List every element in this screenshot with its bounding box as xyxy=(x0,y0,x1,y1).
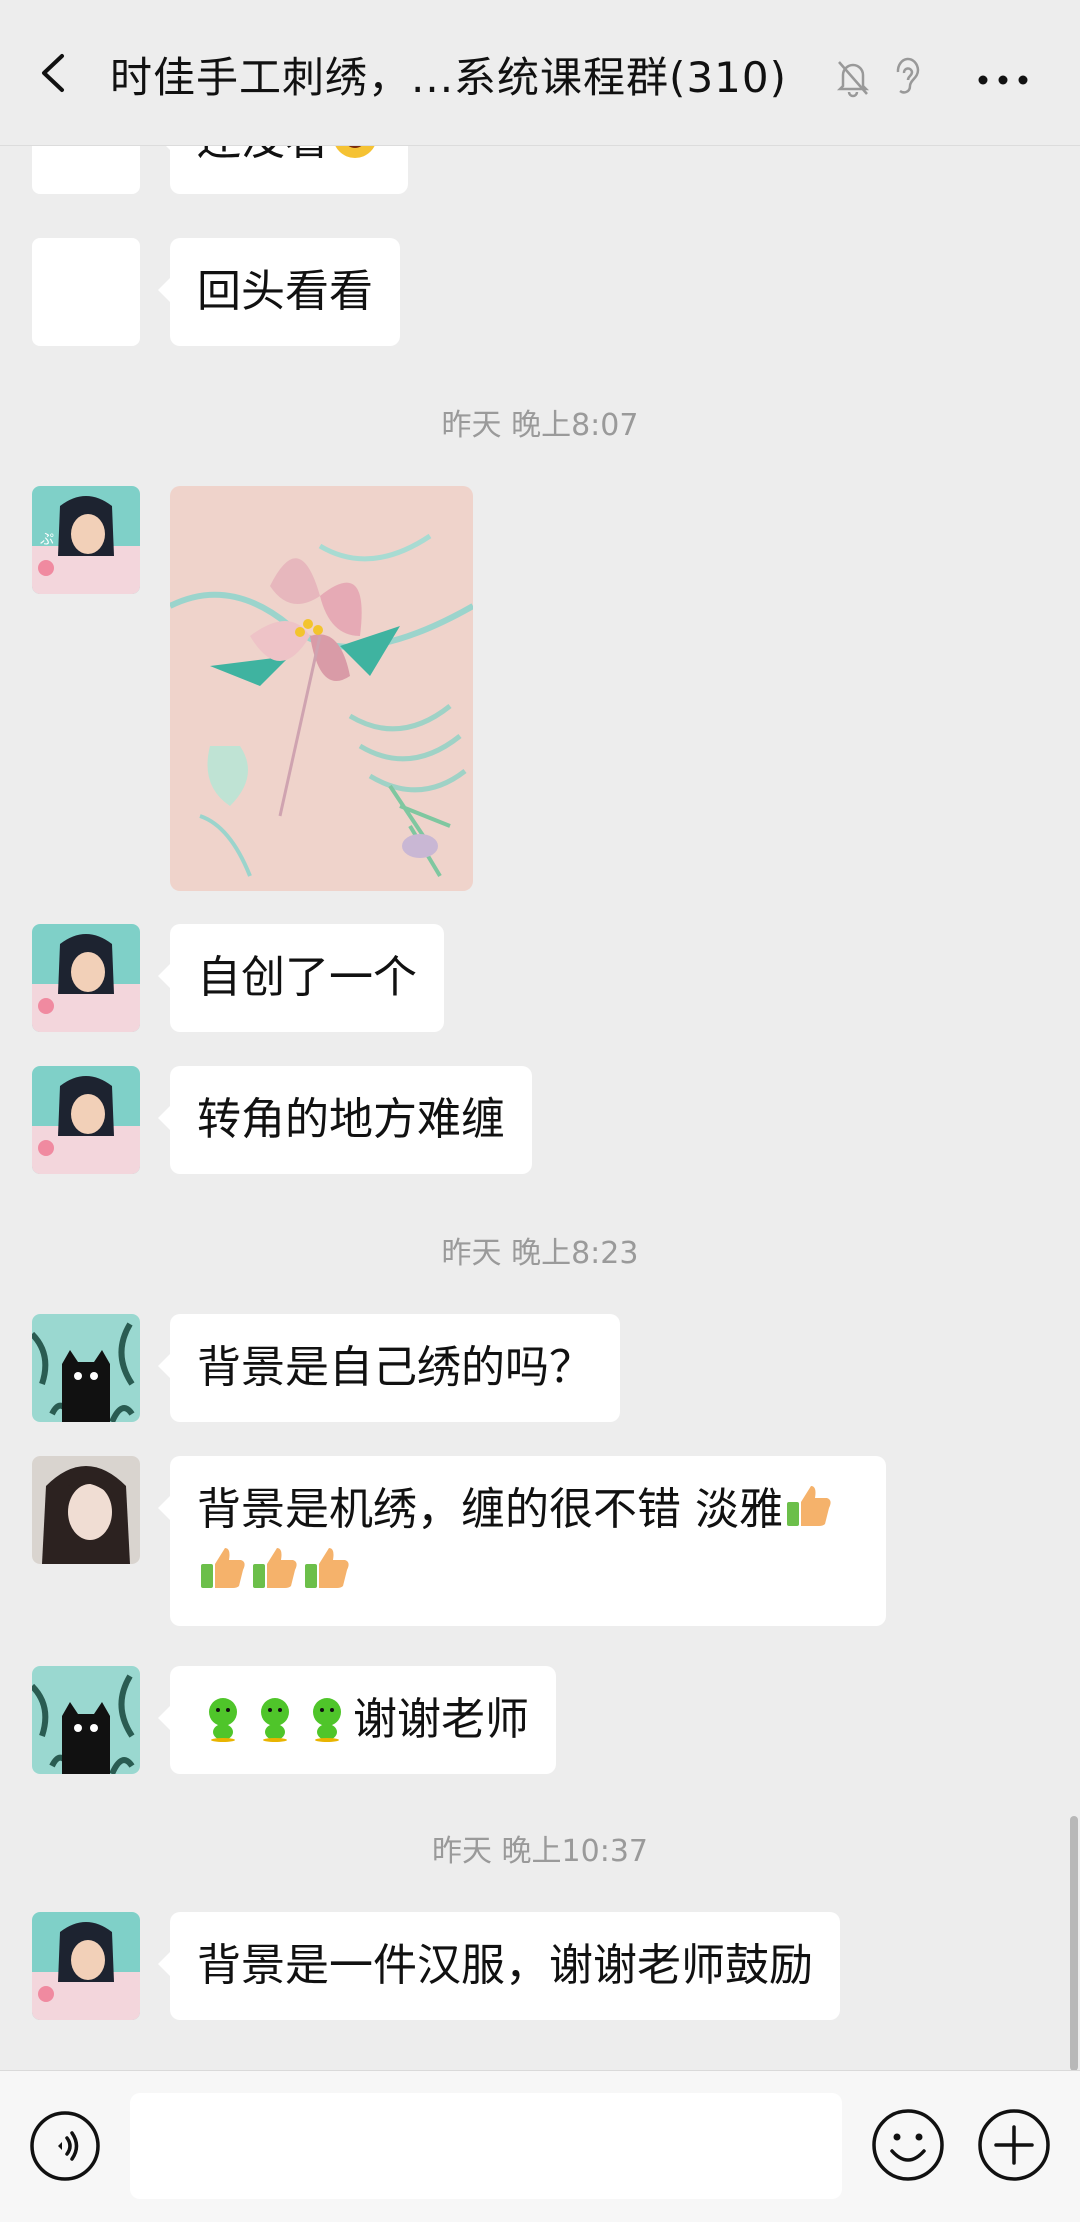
avatar[interactable] xyxy=(32,1314,140,1422)
timestamp: 昨天 晚上8:23 xyxy=(441,1236,639,1271)
avatar[interactable] xyxy=(32,1456,140,1564)
message-bubble[interactable]: 自创了一个 xyxy=(158,924,444,1032)
scrollbar[interactable] xyxy=(1070,1816,1078,2070)
avatar[interactable] xyxy=(32,146,140,194)
avatar[interactable] xyxy=(32,1666,140,1774)
plus-icon[interactable] xyxy=(976,2107,1052,2183)
message-text: 背景是机绣，缠的很不错 淡雅 xyxy=(197,1484,783,1535)
avatar-illustration-icon xyxy=(32,1066,140,1174)
green-bean-emoji-icon xyxy=(261,1698,289,1742)
chat-title: 时佳手工刺绣，...系统课程群(310) xyxy=(110,53,787,102)
timestamp: 昨天 晚上8:07 xyxy=(441,408,639,443)
more-dots-icon[interactable] xyxy=(975,62,1031,98)
message-text: 转角的地方难缠 xyxy=(197,1094,505,1145)
black-cat-avatar-icon xyxy=(32,1666,140,1774)
thumbs-up-emoji-icon xyxy=(787,1486,831,1526)
embroidery-image xyxy=(170,486,473,891)
message-text: 谢谢老师 xyxy=(353,1694,529,1745)
thumbs-up-emoji-icon xyxy=(305,1548,349,1588)
message-input[interactable] xyxy=(130,2093,842,2199)
woman-photo-avatar-icon xyxy=(32,1456,140,1564)
message-text: 背景是一件汉服，谢谢老师鼓励 xyxy=(197,1940,813,1991)
thumbs-up-emoji-icon xyxy=(201,1548,245,1588)
message-bubble[interactable]: 回头看看 xyxy=(158,238,400,346)
bell-off-icon xyxy=(836,61,870,98)
crying-laughing-emoji-icon xyxy=(335,146,375,158)
thumbs-up-emoji-icon xyxy=(253,1548,297,1588)
message-bubble[interactable]: 背景是一件汉服，谢谢老师鼓励 xyxy=(158,1912,840,2020)
message-bubble[interactable]: 背景是自己绣的吗？ xyxy=(158,1314,620,1422)
chat-header: 时佳手工刺绣，...系统课程群(310) xyxy=(0,0,1080,146)
avatar[interactable] xyxy=(32,1066,140,1174)
embroidery-photo[interactable] xyxy=(170,486,473,891)
avatar[interactable] xyxy=(32,1912,140,2020)
message-bubble[interactable]: 谢谢老师 xyxy=(158,1666,556,1774)
message-text: 背景是自己绣的吗？ xyxy=(197,1342,593,1393)
input-toolbar xyxy=(0,2070,1080,2222)
message-bubble[interactable]: 背景是机绣，缠的很不错 淡雅 xyxy=(158,1456,886,1626)
green-bean-emoji-icon xyxy=(209,1698,237,1742)
message-list[interactable]: 还没看 回头看看 昨天 晚上8:07 ぷ xyxy=(0,146,1080,2070)
message-bubble[interactable]: 还没看 xyxy=(158,146,408,194)
message-text: 还没看 xyxy=(197,146,329,165)
timestamp: 昨天 晚上10:37 xyxy=(432,1834,648,1869)
chevron-left-icon[interactable] xyxy=(30,48,80,98)
avatar-illustration-icon xyxy=(32,1912,140,2020)
message-bubble[interactable]: 转角的地方难缠 xyxy=(158,1066,532,1174)
emoji-icon[interactable] xyxy=(870,2107,946,2183)
avatar[interactable] xyxy=(32,238,140,346)
black-cat-avatar-icon xyxy=(32,1314,140,1422)
voice-icon[interactable] xyxy=(28,2109,102,2183)
message-text: 回头看看 xyxy=(197,266,373,317)
avatar[interactable] xyxy=(32,924,140,1032)
ear-icon xyxy=(896,57,920,94)
avatar-illustration-icon: ぷ xyxy=(32,486,140,594)
avatar-illustration-icon xyxy=(32,924,140,1032)
avatar[interactable]: ぷ xyxy=(32,486,140,594)
svg-text:ぷ: ぷ xyxy=(40,532,54,548)
message-text: 自创了一个 xyxy=(197,952,417,1003)
green-bean-emoji-icon xyxy=(313,1698,341,1742)
